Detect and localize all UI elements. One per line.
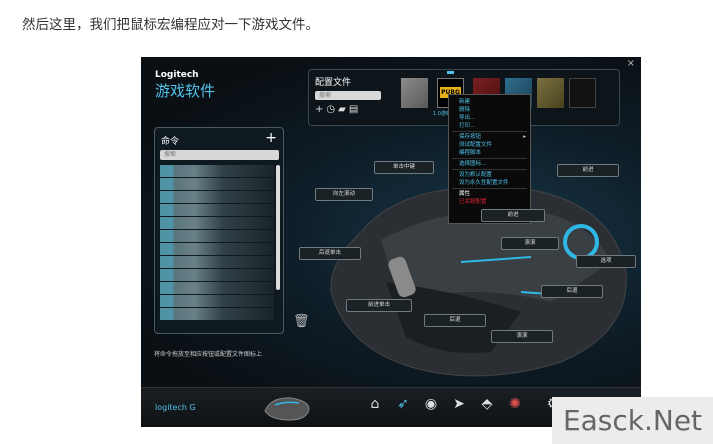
button-label[interactable]: 单击中键 [374, 161, 434, 174]
list-item[interactable] [160, 178, 274, 190]
menu-item-print[interactable]: 打印... [449, 122, 530, 130]
menu-item-choose-icon[interactable]: 选择图标... [449, 160, 530, 168]
menu-item-set-default[interactable]: 设为默认配置 [449, 171, 530, 179]
menu-divider [452, 131, 527, 132]
list-item[interactable] [160, 295, 274, 307]
menu-item-set-persistent[interactable]: 设为永久性配置文件 [449, 179, 530, 187]
list-item[interactable] [160, 230, 274, 242]
profile-context-menu: 新建 删除 导出... 打印... 保存按钮 ▸ 测试配置文件 编程脚本 选择图标… [448, 94, 531, 224]
list-item[interactable] [160, 217, 274, 229]
button-label[interactable]: 滚滚 [491, 330, 553, 343]
command-list [160, 165, 274, 325]
customize-buttons-icon[interactable]: ➶ [393, 396, 413, 418]
profile-search-input[interactable]: 搜索 [315, 91, 381, 100]
page-caption: 然后这里，我们把鼠标宏编程应对一下游戏文件。 [22, 17, 319, 33]
menu-item-delete[interactable]: 删除 [449, 106, 530, 114]
menu-item-export[interactable]: 导出... [449, 114, 530, 122]
list-item[interactable] [160, 204, 274, 216]
list-item[interactable] [160, 191, 274, 203]
menu-item-properties[interactable]: 属性 [449, 190, 530, 198]
add-icon[interactable]: + [315, 104, 326, 115]
folder-icon[interactable]: ▰ [338, 104, 349, 115]
button-label[interactable]: 后退单击 [299, 247, 361, 260]
menu-item-save-buttons[interactable]: 保存按钮 ▸ [449, 133, 530, 141]
command-list-scrollbar[interactable] [276, 165, 280, 290]
watermark: Easck.Net [552, 397, 713, 444]
button-label[interactable]: 后退 [541, 285, 603, 298]
heatmap-icon[interactable]: ✺ [505, 396, 525, 418]
logitech-g-logo: logitech G [155, 403, 196, 412]
list-item[interactable] [160, 165, 274, 177]
command-hint: 将命令拖放至相应按钮或配置文件图标上 [154, 351, 263, 358]
menu-divider [452, 158, 527, 159]
button-label[interactable]: 后退 [424, 314, 486, 327]
profile-toolbar: +◷▰▤ [315, 104, 361, 115]
menu-divider [452, 169, 527, 170]
list-item[interactable] [160, 243, 274, 255]
brand-logo: Logitech [155, 70, 199, 80]
button-label[interactable]: 滚滚 [501, 237, 559, 250]
close-icon[interactable]: × [627, 58, 635, 69]
app-title: 游戏软件 [155, 82, 216, 100]
button-label[interactable]: 前进 [481, 209, 545, 222]
list-item[interactable] [160, 269, 274, 281]
chevron-right-icon: ▸ [523, 134, 526, 140]
profile-tile[interactable] [537, 78, 564, 108]
command-search-input[interactable]: 搜索 [160, 150, 279, 160]
button-label[interactable]: 前进单击 [346, 299, 412, 312]
history-icon[interactable]: ◷ [326, 104, 338, 115]
list-item[interactable] [160, 256, 274, 268]
menu-item-linked[interactable]: 已关联配置 [449, 198, 530, 206]
home-icon[interactable]: ⌂ [365, 396, 385, 418]
menu-item-script[interactable]: 编程脚本 [449, 149, 530, 157]
command-panel: 命令 + 搜索 [154, 127, 284, 334]
pointer-settings-icon[interactable]: ➤ [449, 396, 469, 418]
surface-tuning-icon[interactable]: ⬘ [477, 396, 497, 418]
device-mouse-icon[interactable] [261, 393, 313, 423]
lighting-icon[interactable]: ◉ [421, 396, 441, 418]
profile-tile[interactable] [569, 78, 596, 108]
add-command-button[interactable]: + [265, 130, 277, 146]
list-item[interactable] [160, 308, 274, 320]
menu-divider [452, 188, 527, 189]
button-label[interactable]: 选项 [576, 255, 636, 268]
logitech-gaming-software-window: × Logitech 游戏软件 配置文件 搜索 +◷▰▤ PUBG 1.0游戏 … [141, 57, 641, 427]
button-label[interactable]: 前进 [557, 164, 619, 177]
menu-item-test-profile[interactable]: 测试配置文件 [449, 141, 530, 149]
menu-item-new[interactable]: 新建 [449, 98, 530, 106]
command-panel-title: 命令 [161, 137, 180, 147]
selected-profile-indicator [447, 71, 454, 74]
print-icon[interactable]: ▤ [349, 104, 361, 115]
list-item[interactable] [160, 282, 274, 294]
profile-tile[interactable] [401, 78, 428, 108]
profile-panel-title: 配置文件 [315, 78, 352, 88]
button-label[interactable]: 向左滚动 [315, 188, 373, 201]
